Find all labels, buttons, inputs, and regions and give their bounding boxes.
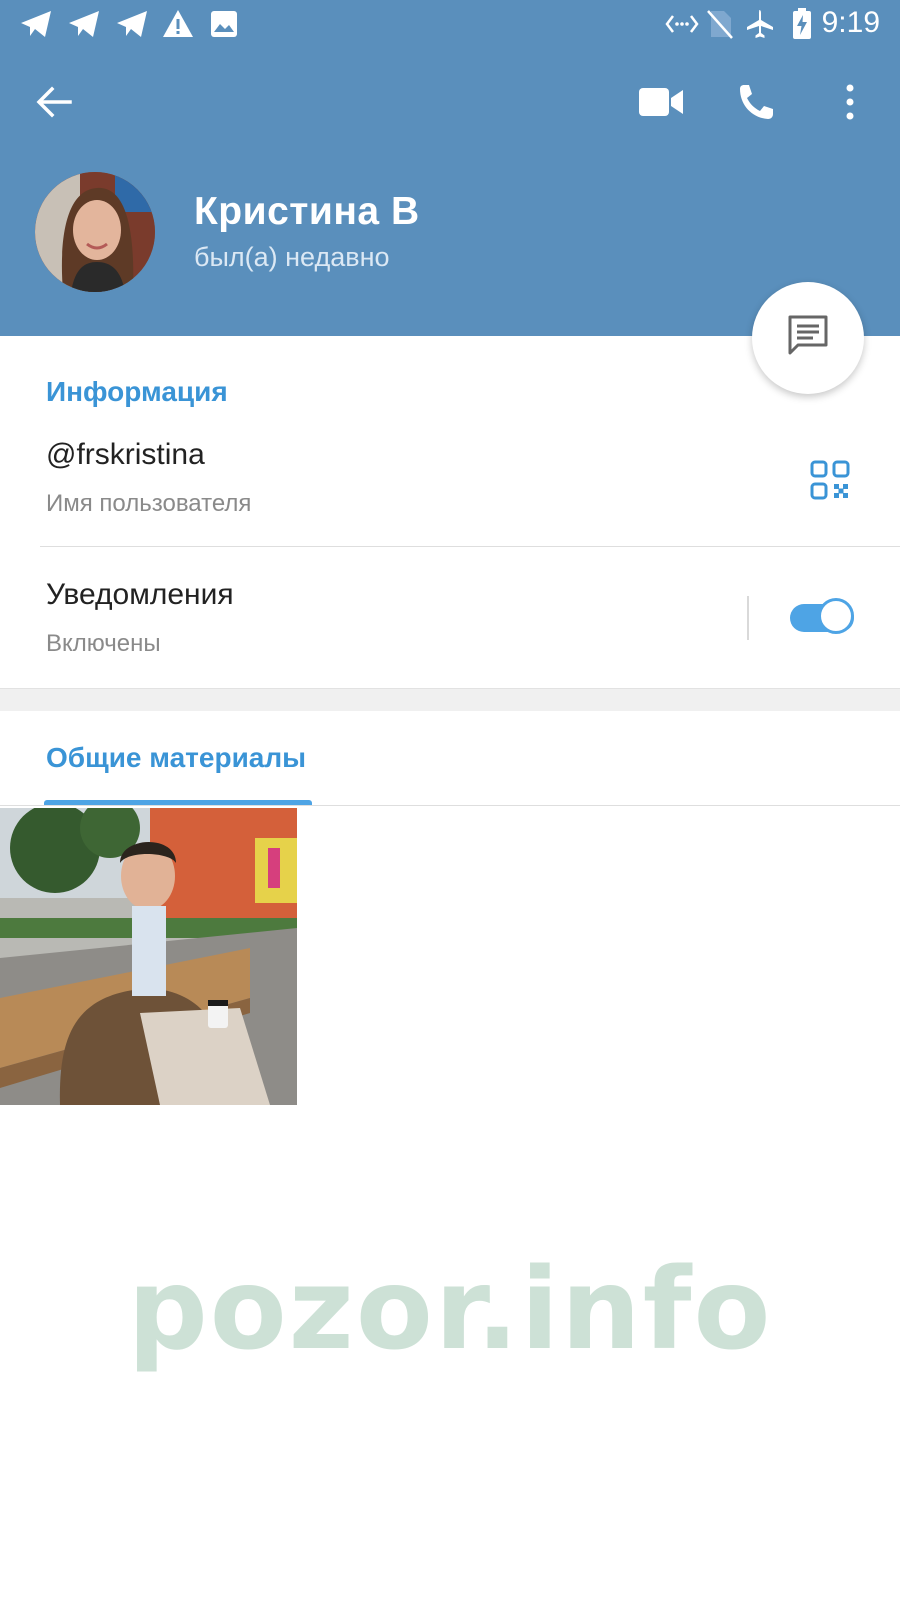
image-icon [206,8,242,40]
telegram-icon [66,8,102,40]
row-divider [40,546,900,547]
avatar[interactable] [35,172,155,292]
toggle-knob [818,598,854,634]
profile-header: 9:19 Кристина В был(а) недавно [0,0,900,336]
username-value: @frskristina [46,438,205,471]
toggle-separator [747,596,749,640]
last-seen-status: был(а) недавно [194,242,390,272]
warning-icon [160,8,196,40]
video-camera-icon [639,87,683,121]
battery-charging-icon [784,8,820,40]
tab-shared-media[interactable]: Общие материалы [46,742,306,774]
video-call-button[interactable] [631,74,691,134]
status-bar-clock: 9:19 [821,6,880,39]
qr-code-icon [810,460,850,505]
phone-icon [737,83,775,126]
username-label: Имя пользователя [46,490,252,517]
arrow-left-icon [36,86,72,123]
more-options-button[interactable] [820,74,880,134]
watermark-text: pozor.info [127,1245,773,1375]
shared-photo-thumbnail[interactable] [0,808,297,1105]
more-vertical-icon [845,84,855,125]
voice-call-button[interactable] [726,74,786,134]
qr-code-button[interactable] [800,452,860,512]
section-separator [0,688,900,711]
telegram-icon [18,8,54,40]
back-button[interactable] [24,74,84,134]
tabs-divider [0,805,900,806]
airplane-mode-icon [742,8,778,40]
data-saver-icon [664,8,700,40]
info-section-title: Информация [46,376,228,407]
chat-bubble-icon [785,313,831,364]
notifications-status: Включены [46,630,161,657]
no-sim-icon [702,8,738,40]
notifications-toggle[interactable] [788,597,858,639]
telegram-icon [114,8,150,40]
profile-name: Кристина В [194,190,420,233]
message-button[interactable] [752,282,864,394]
notifications-label: Уведомления [46,578,234,611]
status-bar: 9:19 [0,0,900,50]
